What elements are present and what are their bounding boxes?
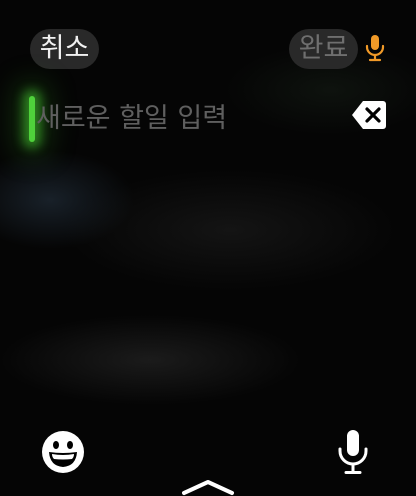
delete-backspace-icon[interactable]	[351, 100, 387, 130]
chevron-up-icon[interactable]	[180, 478, 236, 496]
blurred-background	[0, 0, 416, 496]
microphone-icon[interactable]	[337, 429, 369, 475]
done-button[interactable]: 완료	[289, 29, 358, 69]
new-task-input[interactable]: 새로운 할일 입력	[36, 99, 227, 139]
emoji-smiley-icon[interactable]	[41, 430, 85, 474]
cancel-button[interactable]: 취소	[30, 29, 99, 69]
microphone-icon[interactable]	[363, 34, 387, 62]
text-cursor	[29, 96, 35, 142]
